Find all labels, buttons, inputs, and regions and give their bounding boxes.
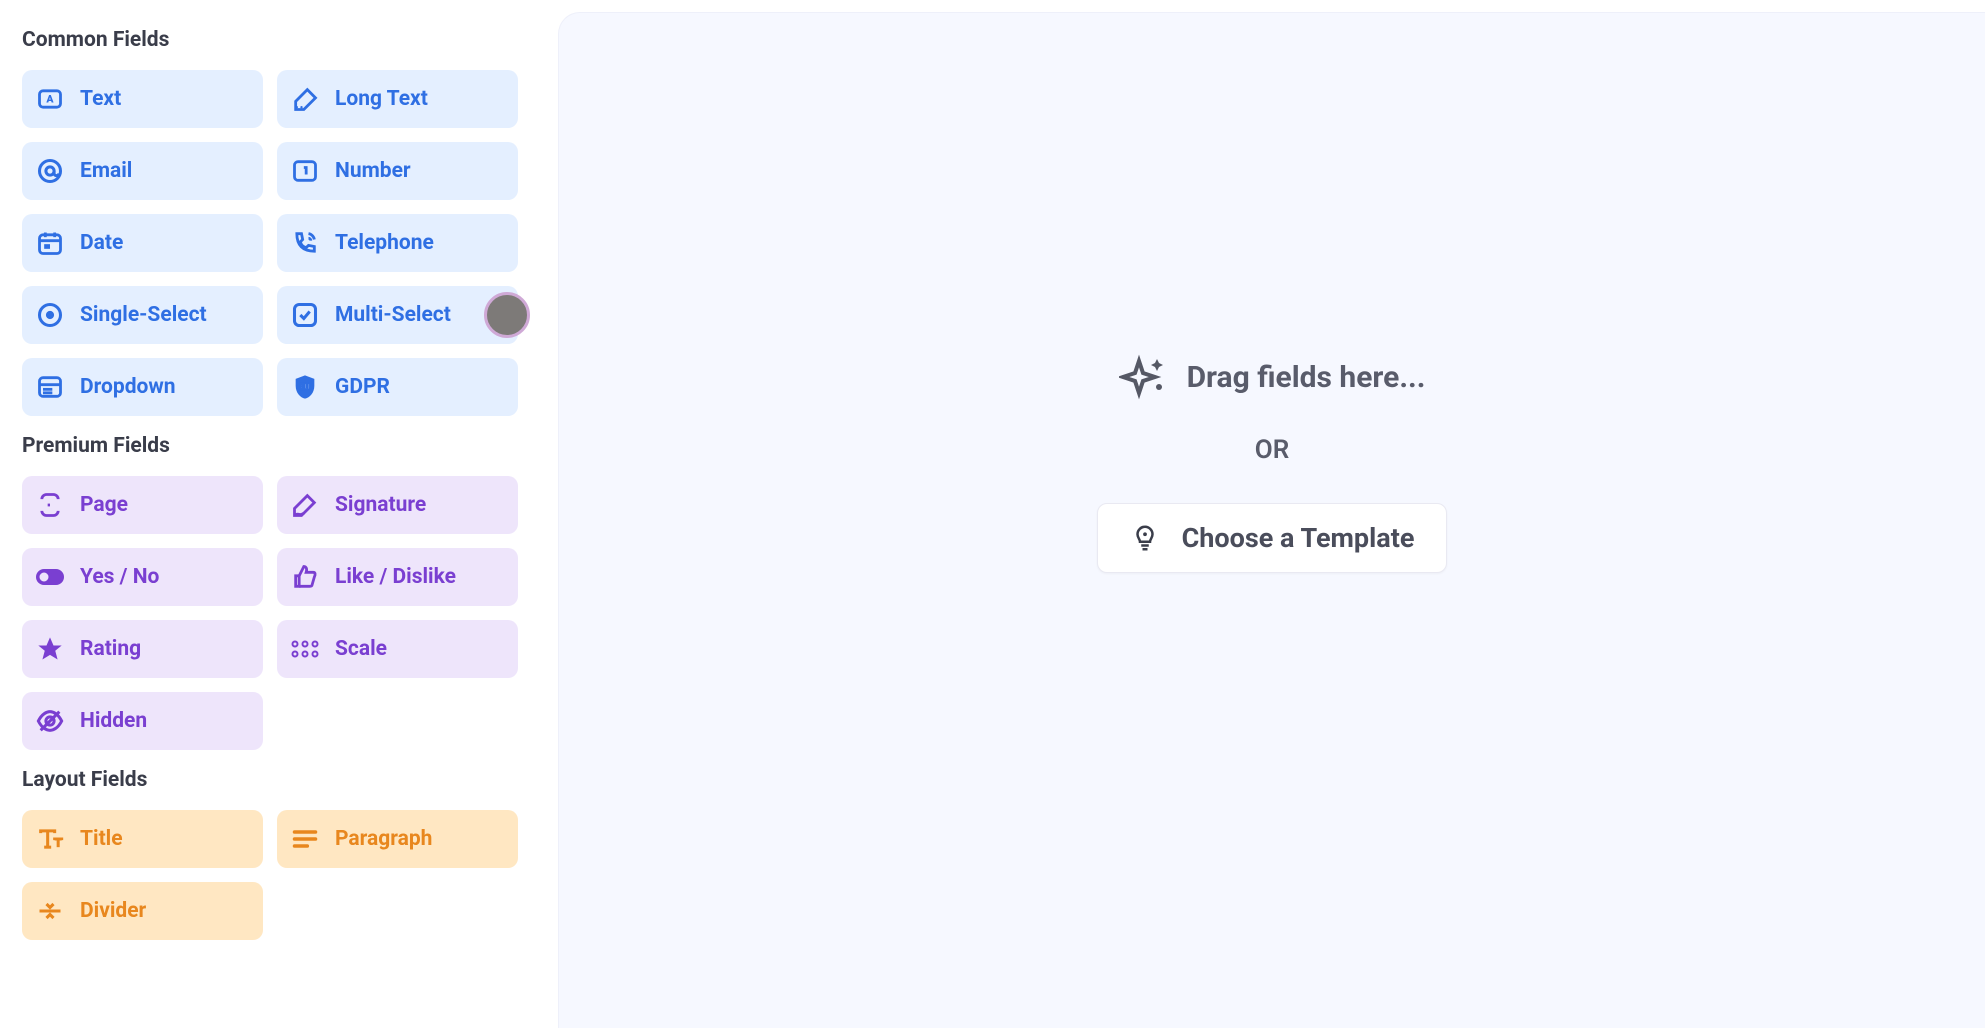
field-number[interactable]: Number xyxy=(277,142,518,200)
svg-text:A: A xyxy=(45,93,54,106)
template-button-label: Choose a Template xyxy=(1182,522,1415,554)
field-label: Multi-Select xyxy=(335,303,451,327)
title-icon xyxy=(34,823,66,855)
field-like-dislike[interactable]: Like / Dislike xyxy=(277,548,518,606)
field-label: Yes / No xyxy=(80,565,159,589)
premium-fields-grid: Page Signature Yes / No xyxy=(22,476,518,750)
field-label: Dropdown xyxy=(80,375,176,399)
signature-icon xyxy=(289,489,321,521)
sparkle-icon xyxy=(1119,353,1167,401)
email-icon xyxy=(34,155,66,187)
text-icon: A xyxy=(34,83,66,115)
gdpr-icon: EU xyxy=(289,371,321,403)
field-label: Paragraph xyxy=(335,827,432,851)
field-label: Page xyxy=(80,493,128,517)
long-text-icon xyxy=(289,83,321,115)
cursor-indicator xyxy=(484,292,530,338)
star-icon xyxy=(34,633,66,665)
lightbulb-icon xyxy=(1130,523,1160,553)
field-label: Like / Dislike xyxy=(335,565,456,589)
field-label: Telephone xyxy=(335,231,434,255)
or-separator: OR xyxy=(1255,435,1289,465)
field-multi-select[interactable]: Multi-Select xyxy=(277,286,518,344)
dropdown-icon xyxy=(34,371,66,403)
page-icon xyxy=(34,489,66,521)
field-label: Long Text xyxy=(335,87,428,111)
toggle-icon xyxy=(34,561,66,593)
field-label: Hidden xyxy=(80,709,147,733)
form-canvas-dropzone[interactable]: Drag fields here... OR Choose a Template xyxy=(558,12,1985,1028)
field-label: Divider xyxy=(80,899,146,923)
choose-template-button[interactable]: Choose a Template xyxy=(1097,503,1448,573)
field-text[interactable]: A Text xyxy=(22,70,263,128)
field-long-text[interactable]: Long Text xyxy=(277,70,518,128)
field-gdpr[interactable]: EU GDPR xyxy=(277,358,518,416)
single-select-icon xyxy=(34,299,66,331)
field-signature[interactable]: Signature xyxy=(277,476,518,534)
multi-select-icon xyxy=(289,299,321,331)
field-yes-no[interactable]: Yes / No xyxy=(22,548,263,606)
field-rating[interactable]: Rating xyxy=(22,620,263,678)
field-title[interactable]: Title xyxy=(22,810,263,868)
premium-fields-heading: Premium Fields xyxy=(22,434,518,458)
field-single-select[interactable]: Single-Select xyxy=(22,286,263,344)
field-label: Email xyxy=(80,159,132,183)
field-label: Signature xyxy=(335,493,426,517)
field-label: Number xyxy=(335,159,411,183)
field-label: Scale xyxy=(335,637,387,661)
date-icon xyxy=(34,227,66,259)
layout-fields-heading: Layout Fields xyxy=(22,768,518,792)
field-label: Title xyxy=(80,827,123,851)
field-page[interactable]: Page xyxy=(22,476,263,534)
field-label: Text xyxy=(80,87,121,111)
field-email[interactable]: Email xyxy=(22,142,263,200)
field-paragraph[interactable]: Paragraph xyxy=(277,810,518,868)
field-label: Date xyxy=(80,231,123,255)
fields-sidebar: Common Fields A Text Long Text xyxy=(0,0,540,1028)
field-divider[interactable]: Divider xyxy=(22,882,263,940)
field-scale[interactable]: Scale xyxy=(277,620,518,678)
field-date[interactable]: Date xyxy=(22,214,263,272)
telephone-icon xyxy=(289,227,321,259)
field-label: Single-Select xyxy=(80,303,207,327)
drag-hint: Drag fields here... xyxy=(1119,353,1426,401)
field-telephone[interactable]: Telephone xyxy=(277,214,518,272)
number-icon xyxy=(289,155,321,187)
drag-hint-text: Drag fields here... xyxy=(1187,360,1426,395)
field-dropdown[interactable]: Dropdown xyxy=(22,358,263,416)
hidden-icon xyxy=(34,705,66,737)
scale-icon xyxy=(289,633,321,665)
svg-text:EU: EU xyxy=(300,381,310,391)
divider-icon xyxy=(34,895,66,927)
layout-fields-grid: Title Paragraph Divider xyxy=(22,810,518,940)
paragraph-icon xyxy=(289,823,321,855)
common-fields-heading: Common Fields xyxy=(22,28,518,52)
field-hidden[interactable]: Hidden xyxy=(22,692,263,750)
common-fields-grid: A Text Long Text xyxy=(22,70,518,416)
field-label: GDPR xyxy=(335,375,390,399)
thumbs-up-icon xyxy=(289,561,321,593)
field-label: Rating xyxy=(80,637,141,661)
